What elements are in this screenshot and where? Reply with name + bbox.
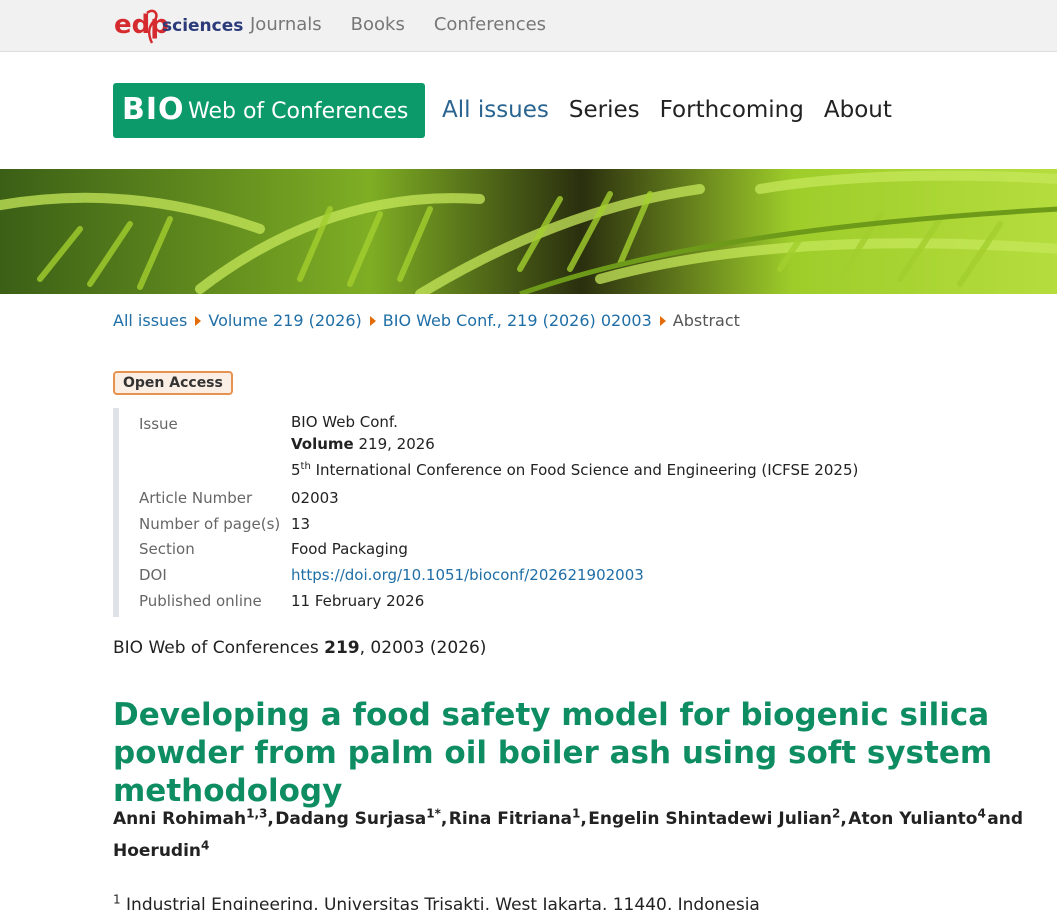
article-title: Developing a food safety model for bioge… xyxy=(113,697,993,809)
affiliation: 1 Industrial Engineering, Universitas Tr… xyxy=(113,893,760,910)
edp-sciences-logo[interactable]: edp sciences xyxy=(114,5,244,47)
author-item[interactable]: Anni Rohimah1,3, xyxy=(113,803,274,835)
nav-journals[interactable]: Journals xyxy=(250,13,322,37)
logo-edp-text: edp xyxy=(114,10,169,40)
author-sep: , xyxy=(840,809,847,829)
pages-value: 13 xyxy=(291,515,311,533)
journal-nav: All issues Series Forthcoming About xyxy=(442,95,912,125)
author-item[interactable]: Aton Yulianto4 xyxy=(848,803,986,835)
breadcrumb-volume[interactable]: Volume 219 (2026) xyxy=(208,310,361,332)
author-name: Anni Rohimah xyxy=(113,809,247,829)
section-value: Food Packaging xyxy=(291,540,408,558)
citation-volume: 219 xyxy=(324,638,360,658)
nav-forthcoming[interactable]: Forthcoming xyxy=(660,95,804,125)
author-name: Dadang Surjasa xyxy=(275,809,427,829)
nav-series[interactable]: Series xyxy=(569,95,640,125)
author-name: Hoerudin xyxy=(113,841,202,861)
logo-woc-text: Web of Conferences xyxy=(188,99,409,124)
author-affil-sup: 4 xyxy=(201,838,210,853)
author-item[interactable]: Hoerudin4 xyxy=(113,838,210,861)
top-bar: edp sciences Journals Books Conferences xyxy=(0,0,1057,52)
author-sep: , xyxy=(267,809,274,829)
affiliation-text: Industrial Engineering, Universitas Tris… xyxy=(120,895,760,910)
published-value: 11 February 2026 xyxy=(291,592,425,610)
citation-journal: BIO Web of Conferences xyxy=(113,638,325,658)
author-item[interactable]: Dadang Surjasa1*, xyxy=(275,803,447,835)
author-name: Engelin Shintadewi Julian xyxy=(588,809,833,829)
doi-label: DOI xyxy=(139,566,167,584)
breadcrumb-article[interactable]: BIO Web Conf., 219 (2026) 02003 xyxy=(383,310,652,332)
nav-conferences[interactable]: Conferences xyxy=(434,13,546,37)
publisher-nav: Journals Books Conferences xyxy=(250,13,575,37)
author-affil-sup: 1* xyxy=(426,806,441,821)
issue-volume-label: Volume xyxy=(291,435,354,453)
nav-all-issues[interactable]: All issues xyxy=(442,95,549,125)
author-item[interactable]: Rina Fitriana1, xyxy=(449,803,587,835)
doi-link[interactable]: https://doi.org/10.1051/bioconf/20262190… xyxy=(291,566,644,584)
pages-label: Number of page(s) xyxy=(139,515,281,533)
author-item[interactable]: Engelin Shintadewi Julian2, xyxy=(588,803,847,835)
authors-line: Anni Rohimah1,3, Dadang Surjasa1*, Rina … xyxy=(113,803,1023,835)
issue-volume: Volume 219, 2026 xyxy=(291,434,435,454)
breadcrumb-current: Abstract xyxy=(672,311,740,330)
nav-about[interactable]: About xyxy=(824,95,892,125)
nav-books[interactable]: Books xyxy=(351,13,405,37)
published-label: Published online xyxy=(139,592,262,610)
conf-name: International Conference on Food Science… xyxy=(310,461,859,479)
issue-volume-value: 219, 2026 xyxy=(353,435,435,453)
authors-and: and xyxy=(987,809,1023,829)
citation-rest: , 02003 (2026) xyxy=(359,638,487,658)
breadcrumb: All issues Volume 219 (2026) BIO Web Con… xyxy=(113,310,740,332)
fern-banner-image xyxy=(0,169,1057,294)
author-affil-sup: 4 xyxy=(977,806,986,821)
affiliation-sup: 1 xyxy=(113,892,121,907)
conf-number: 5 xyxy=(291,461,301,479)
author-name: Rina Fitriana xyxy=(448,809,573,829)
authors-line-2: Hoerudin4 xyxy=(113,835,1023,867)
journal-header: BIO Web of Conferences All issues Series… xyxy=(0,52,1057,169)
article-number-label: Article Number xyxy=(139,489,253,507)
breadcrumb-arrow-icon xyxy=(195,316,202,326)
issue-journal: BIO Web Conf. xyxy=(291,413,398,431)
conf-ordinal: th xyxy=(300,461,311,472)
doi-value: https://doi.org/10.1051/bioconf/20262190… xyxy=(291,565,644,585)
author-affil-sup: 1,3 xyxy=(246,806,268,821)
issue-conference: 5th International Conference on Food Sci… xyxy=(291,460,858,480)
author-name: Aton Yulianto xyxy=(848,809,978,829)
breadcrumb-arrow-icon xyxy=(369,316,376,326)
breadcrumb-arrow-icon xyxy=(659,316,666,326)
article-number: 02003 xyxy=(291,489,339,507)
bio-web-of-conferences-logo[interactable]: BIO Web of Conferences xyxy=(113,83,425,138)
logo-sciences-text: sciences xyxy=(162,16,243,36)
breadcrumb-all-issues[interactable]: All issues xyxy=(113,310,187,332)
logo-bio-text: BIO xyxy=(122,92,185,127)
author-sep: , xyxy=(440,809,448,829)
article-metadata: Issue BIO Web Conf. Volume 219, 2026 5th… xyxy=(113,408,858,617)
section-label: Section xyxy=(139,540,195,558)
authors: Anni Rohimah1,3, Dadang Surjasa1*, Rina … xyxy=(113,803,1023,867)
author-sep: , xyxy=(580,809,587,829)
citation: BIO Web of Conferences 219, 02003 (2026) xyxy=(113,636,486,660)
open-access-badge: Open Access xyxy=(113,371,233,395)
issue-label: Issue xyxy=(139,415,178,433)
